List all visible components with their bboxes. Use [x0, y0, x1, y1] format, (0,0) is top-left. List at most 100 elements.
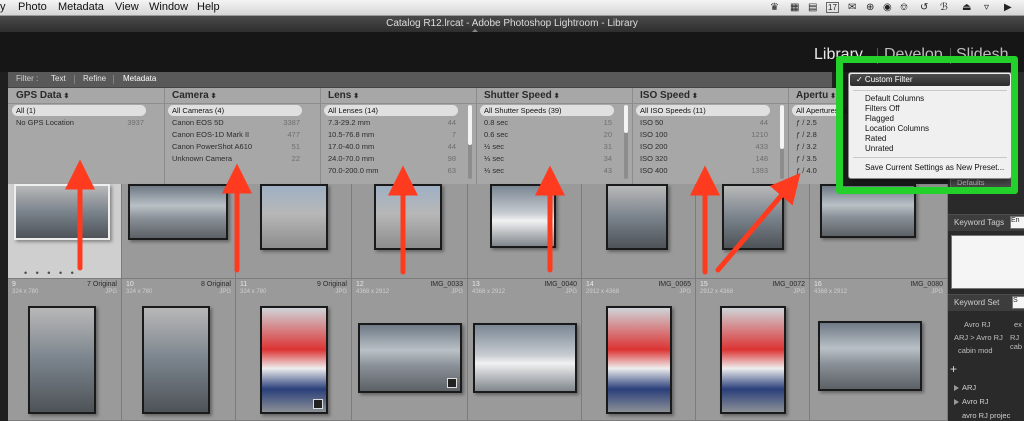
filter-tab-refine[interactable]: Refine	[83, 74, 106, 83]
add-keyword-plus-icon[interactable]: +	[950, 362, 957, 376]
filter-row[interactable]: Canon EOS-1D Mark II 477	[168, 129, 302, 140]
tray-eject-icon[interactable]: ⏏	[962, 2, 971, 13]
keyword-set-select[interactable]: S	[1012, 296, 1024, 309]
filter-row[interactable]: ISO 400 1393	[636, 165, 770, 176]
filter-row[interactable]: 0.8 sec 15	[480, 117, 614, 128]
tray-wifi-icon[interactable]: ▿	[984, 2, 989, 13]
photo-thumbnail[interactable]	[606, 306, 672, 414]
filter-row[interactable]: All ISO Speeds (11)	[636, 105, 770, 116]
grid-cell[interactable]: 14 IMG_0065 2912 x 4368 JPG	[582, 279, 696, 421]
filter-row[interactable]: 24.0-70.0 mm 98	[324, 153, 458, 164]
column-header-camera[interactable]: Camera	[172, 90, 217, 101]
filter-tab-metadata[interactable]: Metadata	[123, 74, 156, 83]
tray-bluetooth-icon[interactable]: ℬ	[940, 2, 948, 13]
column-scrollbar[interactable]	[780, 105, 784, 179]
filter-row[interactable]: ⅓ sec 43	[480, 165, 614, 176]
menu-item-window[interactable]: Window	[149, 1, 188, 13]
tray-calendar-icon[interactable]: 17	[826, 2, 839, 13]
grid-cell[interactable]: 11 9 Original 324 x 780 JPG	[236, 279, 352, 421]
filter-row[interactable]: 0.6 sec 20	[480, 129, 614, 140]
menu-item-file[interactable]: y	[0, 1, 6, 13]
column-header-aperture[interactable]: Apertu	[796, 90, 836, 101]
grid-cell[interactable]	[352, 184, 468, 279]
keyword-tags-mode[interactable]: En	[1010, 216, 1024, 229]
tray-bars-icon[interactable]: ▤	[808, 2, 817, 13]
keyword-tree-item[interactable]: Avro RJ	[962, 397, 989, 406]
grid-cell[interactable]	[236, 184, 352, 279]
filter-row[interactable]: ½ sec 31	[480, 141, 614, 152]
tray-headphones-icon[interactable]: ⎊	[900, 2, 908, 13]
photo-thumbnail[interactable]	[260, 184, 328, 250]
photo-thumbnail[interactable]	[606, 184, 668, 250]
menu-item-photo[interactable]: Photo	[18, 1, 47, 13]
filter-row[interactable]: All Cameras (4)	[168, 105, 302, 116]
filter-row[interactable]: All Apertures (1	[792, 105, 847, 116]
column-header-shutter-speed[interactable]: Shutter Speed	[484, 90, 560, 101]
filter-row[interactable]: Canon PowerShot A610 51	[168, 141, 302, 152]
tray-volume-icon[interactable]: ▶	[1004, 2, 1012, 13]
grid-cell[interactable]: 16 IMG_0080 4368 x 2912 JPG	[810, 279, 948, 421]
keyword-chip[interactable]: RJ cab	[1010, 333, 1024, 351]
filter-row[interactable]: ƒ / 2.8	[792, 129, 842, 140]
filter-row[interactable]: ƒ / 2.5	[792, 117, 842, 128]
photo-thumbnail[interactable]	[28, 306, 96, 414]
tray-mail-icon[interactable]: ✉	[848, 2, 856, 13]
photo-thumbnail[interactable]	[142, 306, 210, 414]
tray-dropbox-icon[interactable]: ▦	[790, 2, 799, 13]
photo-thumbnail[interactable]	[260, 306, 328, 414]
photo-thumbnail[interactable]	[14, 184, 110, 240]
keyword-chip[interactable]: ex	[1014, 320, 1022, 329]
keyword-chip[interactable]: cabin mod	[958, 346, 993, 355]
filter-row[interactable]: ISO 100 1210	[636, 129, 770, 140]
keyword-tree-item[interactable]: avro RJ projec	[962, 411, 1010, 420]
filter-row[interactable]: Canon EOS 5D 3387	[168, 117, 302, 128]
menu-item-help[interactable]: Help	[197, 1, 220, 13]
grid-cell[interactable]: 15 IMG_0072 2912 x 4368 JPG	[696, 279, 810, 421]
grid-cell[interactable]	[810, 184, 948, 279]
keyword-chip[interactable]: Avro RJ	[964, 320, 991, 329]
tree-expand-icon[interactable]	[954, 385, 959, 391]
filter-row[interactable]: 70.0-200.0 mm 63	[324, 165, 458, 176]
rating-dots[interactable]: • • • • •	[24, 268, 77, 278]
filter-row[interactable]: All Shutter Speeds (39)	[480, 105, 614, 116]
column-header-gps-data[interactable]: GPS Data	[16, 90, 69, 101]
grid-cell[interactable]	[468, 184, 582, 279]
grid-cell[interactable]: 13 IMG_0040 4368 x 2912 JPG	[468, 279, 582, 421]
filter-row[interactable]: 7.3-29.2 mm 44	[324, 117, 458, 128]
photo-thumbnail[interactable]	[722, 184, 784, 250]
keyword-tags-field[interactable]	[951, 235, 1024, 289]
photo-thumbnail[interactable]	[374, 184, 442, 250]
grid-cell[interactable]: 12 IMG_0033 4368 x 2912 JPG	[352, 279, 468, 421]
tray-globe-icon[interactable]: ◉	[883, 2, 892, 13]
photo-thumbnail[interactable]	[490, 184, 556, 248]
filter-row[interactable]: ISO 200 433	[636, 141, 770, 152]
scrollbar-thumb[interactable]	[780, 105, 784, 149]
keyword-chip[interactable]: ARJ > Avro RJ	[954, 333, 1003, 342]
grid-cell[interactable]	[582, 184, 696, 279]
column-scrollbar[interactable]	[468, 105, 472, 179]
keyword-tree-item[interactable]: ARJ	[962, 383, 976, 392]
filter-row[interactable]: ƒ / 4.0	[792, 165, 842, 176]
photo-thumbnail[interactable]	[473, 323, 577, 393]
filter-row[interactable]: ISO 320 148	[636, 153, 770, 164]
grid-cell[interactable]: 9 7 Original 324 x 780 JPG	[8, 279, 122, 421]
filter-row[interactable]: All Lenses (14)	[324, 105, 458, 116]
column-scrollbar[interactable]	[624, 105, 628, 179]
grid-cell[interactable]	[122, 184, 236, 279]
filter-row[interactable]: No GPS Location 3937	[12, 117, 146, 128]
grid-cell[interactable]	[696, 184, 810, 279]
filter-row[interactable]: 10.5-76.8 mm 7	[324, 129, 458, 140]
filter-row[interactable]: All (1)	[12, 105, 146, 116]
photo-thumbnail[interactable]	[358, 323, 462, 393]
filter-row[interactable]: ƒ / 3.2	[792, 141, 842, 152]
tray-cow-icon[interactable]: ♛	[770, 2, 779, 13]
grid-cell[interactable]: • • • • •	[8, 184, 122, 279]
photo-thumbnail[interactable]	[720, 306, 786, 414]
tray-plus-icon[interactable]: ⊕	[866, 2, 874, 13]
column-header-lens[interactable]: Lens	[328, 90, 359, 101]
photo-thumbnail[interactable]	[818, 321, 922, 391]
filter-tab-text[interactable]: Text	[51, 74, 66, 83]
tree-expand-icon[interactable]	[954, 399, 959, 405]
grid-cell[interactable]: 10 8 Original 324 x 780 JPG	[122, 279, 236, 421]
tray-time-machine-icon[interactable]: ↺	[920, 2, 928, 13]
